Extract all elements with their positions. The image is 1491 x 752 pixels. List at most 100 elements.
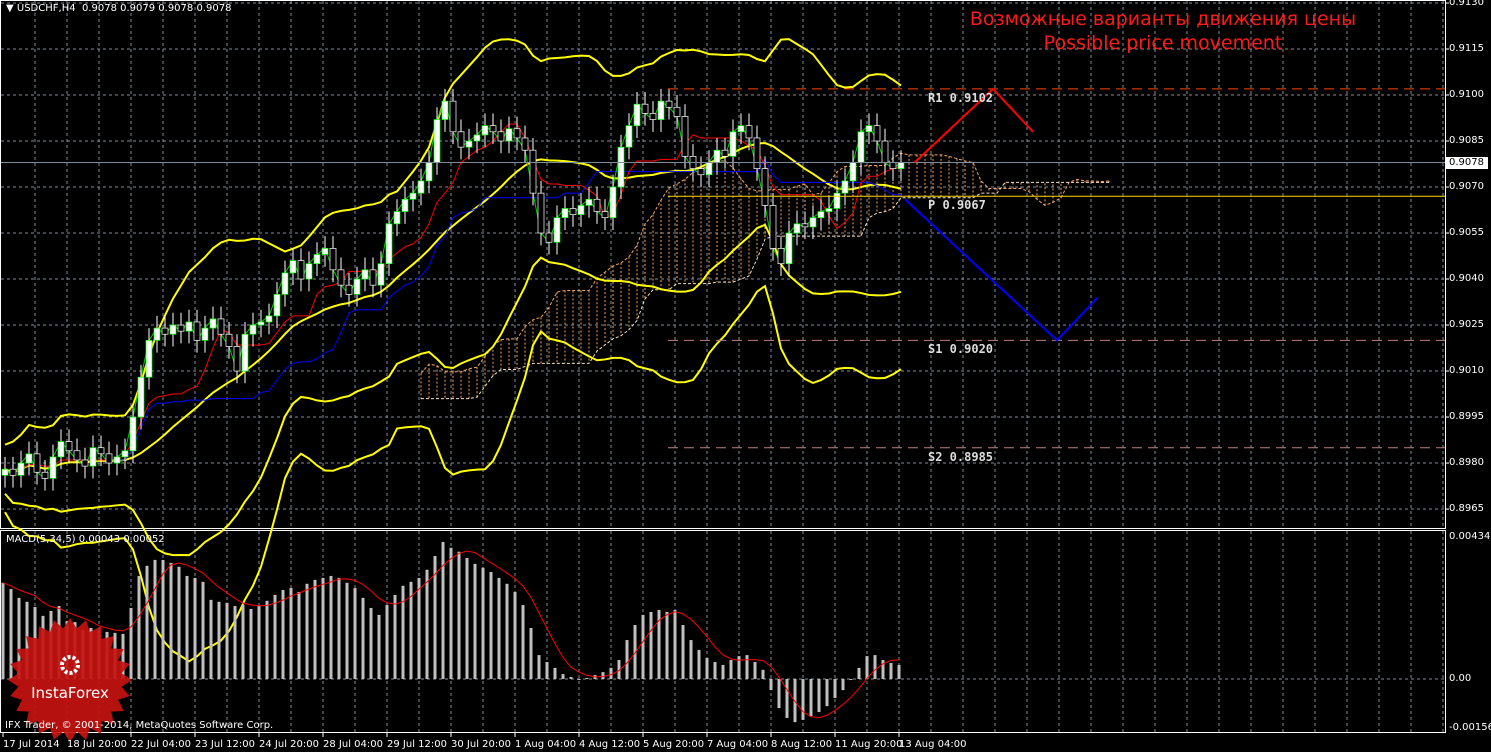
candle-body (137, 376, 145, 418)
macd-histogram-bar (833, 679, 837, 698)
candle-body (201, 327, 209, 341)
candle-body (665, 100, 673, 108)
price-axis-label: 0.9010 (1449, 365, 1484, 377)
candle-body (569, 208, 577, 215)
candle-body (609, 186, 617, 219)
macd-histogram-bar (585, 678, 589, 680)
macd-histogram-bar (257, 606, 261, 679)
candle-body (385, 223, 393, 265)
macd-histogram-bar (449, 547, 453, 679)
macd-histogram-bar (649, 611, 653, 679)
macd-histogram-bar (209, 599, 213, 679)
candle-body (809, 217, 817, 228)
macd-histogram-bar (145, 565, 149, 679)
candle-body (33, 453, 41, 473)
candle-body (697, 168, 705, 176)
macd-histogram-bar (185, 575, 189, 679)
macd-histogram-bar (161, 559, 165, 679)
price-axis-label: 0.9025 (1449, 319, 1484, 331)
candle-body (121, 450, 129, 458)
candle-body (753, 137, 761, 169)
price-axis-label: 0.9070 (1449, 181, 1484, 193)
macd-histogram-bar (289, 588, 293, 679)
candle-body (369, 269, 377, 286)
macd-histogram-bar (345, 582, 349, 679)
macd-histogram-bar (513, 591, 517, 679)
price-axis-label: 0.9040 (1449, 273, 1484, 285)
candle-body (113, 456, 121, 464)
candle-body (817, 211, 825, 219)
macd-histogram-bar (177, 566, 181, 679)
level-label-s2: S2 0.8985 (928, 449, 994, 464)
macd-histogram-bar (865, 656, 869, 679)
candle-body (9, 468, 17, 476)
macd-histogram-bar (537, 655, 541, 679)
time-axis-label: 5 Aug 20:00 (643, 739, 705, 750)
candle-body (449, 100, 457, 133)
time-axis-label: 30 Jul 20:00 (451, 739, 511, 750)
macd-histogram-bar (529, 627, 533, 679)
candle-body (593, 198, 601, 212)
candle-body (553, 217, 561, 243)
macd-axis-label: 0.00434 (1449, 531, 1491, 542)
time-axis-label: 18 Jul 20:00 (67, 739, 127, 750)
macd-histogram-bar (721, 664, 725, 679)
candle-body (1, 468, 9, 476)
candle-body (209, 318, 217, 329)
macd-histogram-bar (193, 577, 197, 679)
time-axis-label: 8 Aug 12:00 (771, 739, 833, 750)
macd-histogram-bar (1, 582, 5, 679)
candle-body (577, 205, 585, 215)
time-axis-label: 29 Jul 12:00 (387, 739, 447, 750)
macd-histogram-bar (425, 569, 429, 679)
candle-body (833, 192, 841, 209)
macd-histogram-bar (745, 655, 749, 679)
symbol-header: ▼ USDCHF,H4 0.9078 0.9079 0.9078 0.9078 (6, 3, 231, 14)
time-axis-label: 13 Aug 04:00 (899, 739, 967, 750)
macd-histogram-bar (857, 667, 861, 679)
candle-body (681, 116, 689, 157)
candle-body (337, 269, 345, 286)
candle-body (801, 223, 809, 228)
macd-histogram-bar (577, 679, 581, 680)
candle-body (529, 149, 537, 194)
macd-histogram-bar (673, 609, 677, 679)
time-axis-label: 28 Jul 04:00 (323, 739, 383, 750)
chart-canvas: InstaForex (0, 0, 1449, 742)
time-axis-label: 11 Aug 20:00 (835, 739, 903, 750)
candle-body (409, 192, 417, 200)
level-label-r1: R1 0.9102 (928, 90, 994, 105)
candle-body (65, 441, 73, 452)
candle-body (345, 284, 353, 295)
macd-histogram-bar (569, 677, 573, 679)
candle-body (185, 321, 193, 332)
macd-values: 0.00043 0.00052 (78, 534, 165, 545)
macd-histogram-bar (681, 625, 685, 679)
macd-histogram-bar (249, 608, 253, 679)
candle-body (737, 125, 745, 133)
candle-body (473, 134, 481, 142)
candle-body (361, 269, 369, 280)
candle-body (193, 321, 201, 341)
candle-body (713, 149, 721, 163)
macd-histogram-bar (817, 679, 821, 713)
collapse-triangle-icon[interactable]: ▼ (6, 3, 14, 14)
price-axis-label: 0.9100 (1449, 89, 1484, 100)
macd-histogram-bar (553, 667, 557, 679)
candle-body (321, 248, 329, 255)
current-price-label: 0.9078 (1446, 157, 1488, 169)
macd-histogram-bar (713, 661, 717, 679)
candle-body (273, 294, 281, 317)
macd-axis-label: 0.00 (1449, 673, 1472, 684)
macd-histogram-bar (801, 679, 805, 720)
annotation-ru: Возможные варианты движения цены (969, 8, 1357, 30)
macd-histogram-bar (841, 679, 845, 691)
candle-body (729, 131, 737, 157)
macd-histogram-bar (457, 551, 461, 679)
candle-body (721, 149, 729, 157)
macd-histogram-bar (689, 640, 693, 679)
macd-histogram-bar (313, 579, 317, 679)
macd-histogram-bar (625, 640, 629, 679)
macd-histogram-bar (401, 585, 405, 679)
candle-body (257, 321, 265, 326)
